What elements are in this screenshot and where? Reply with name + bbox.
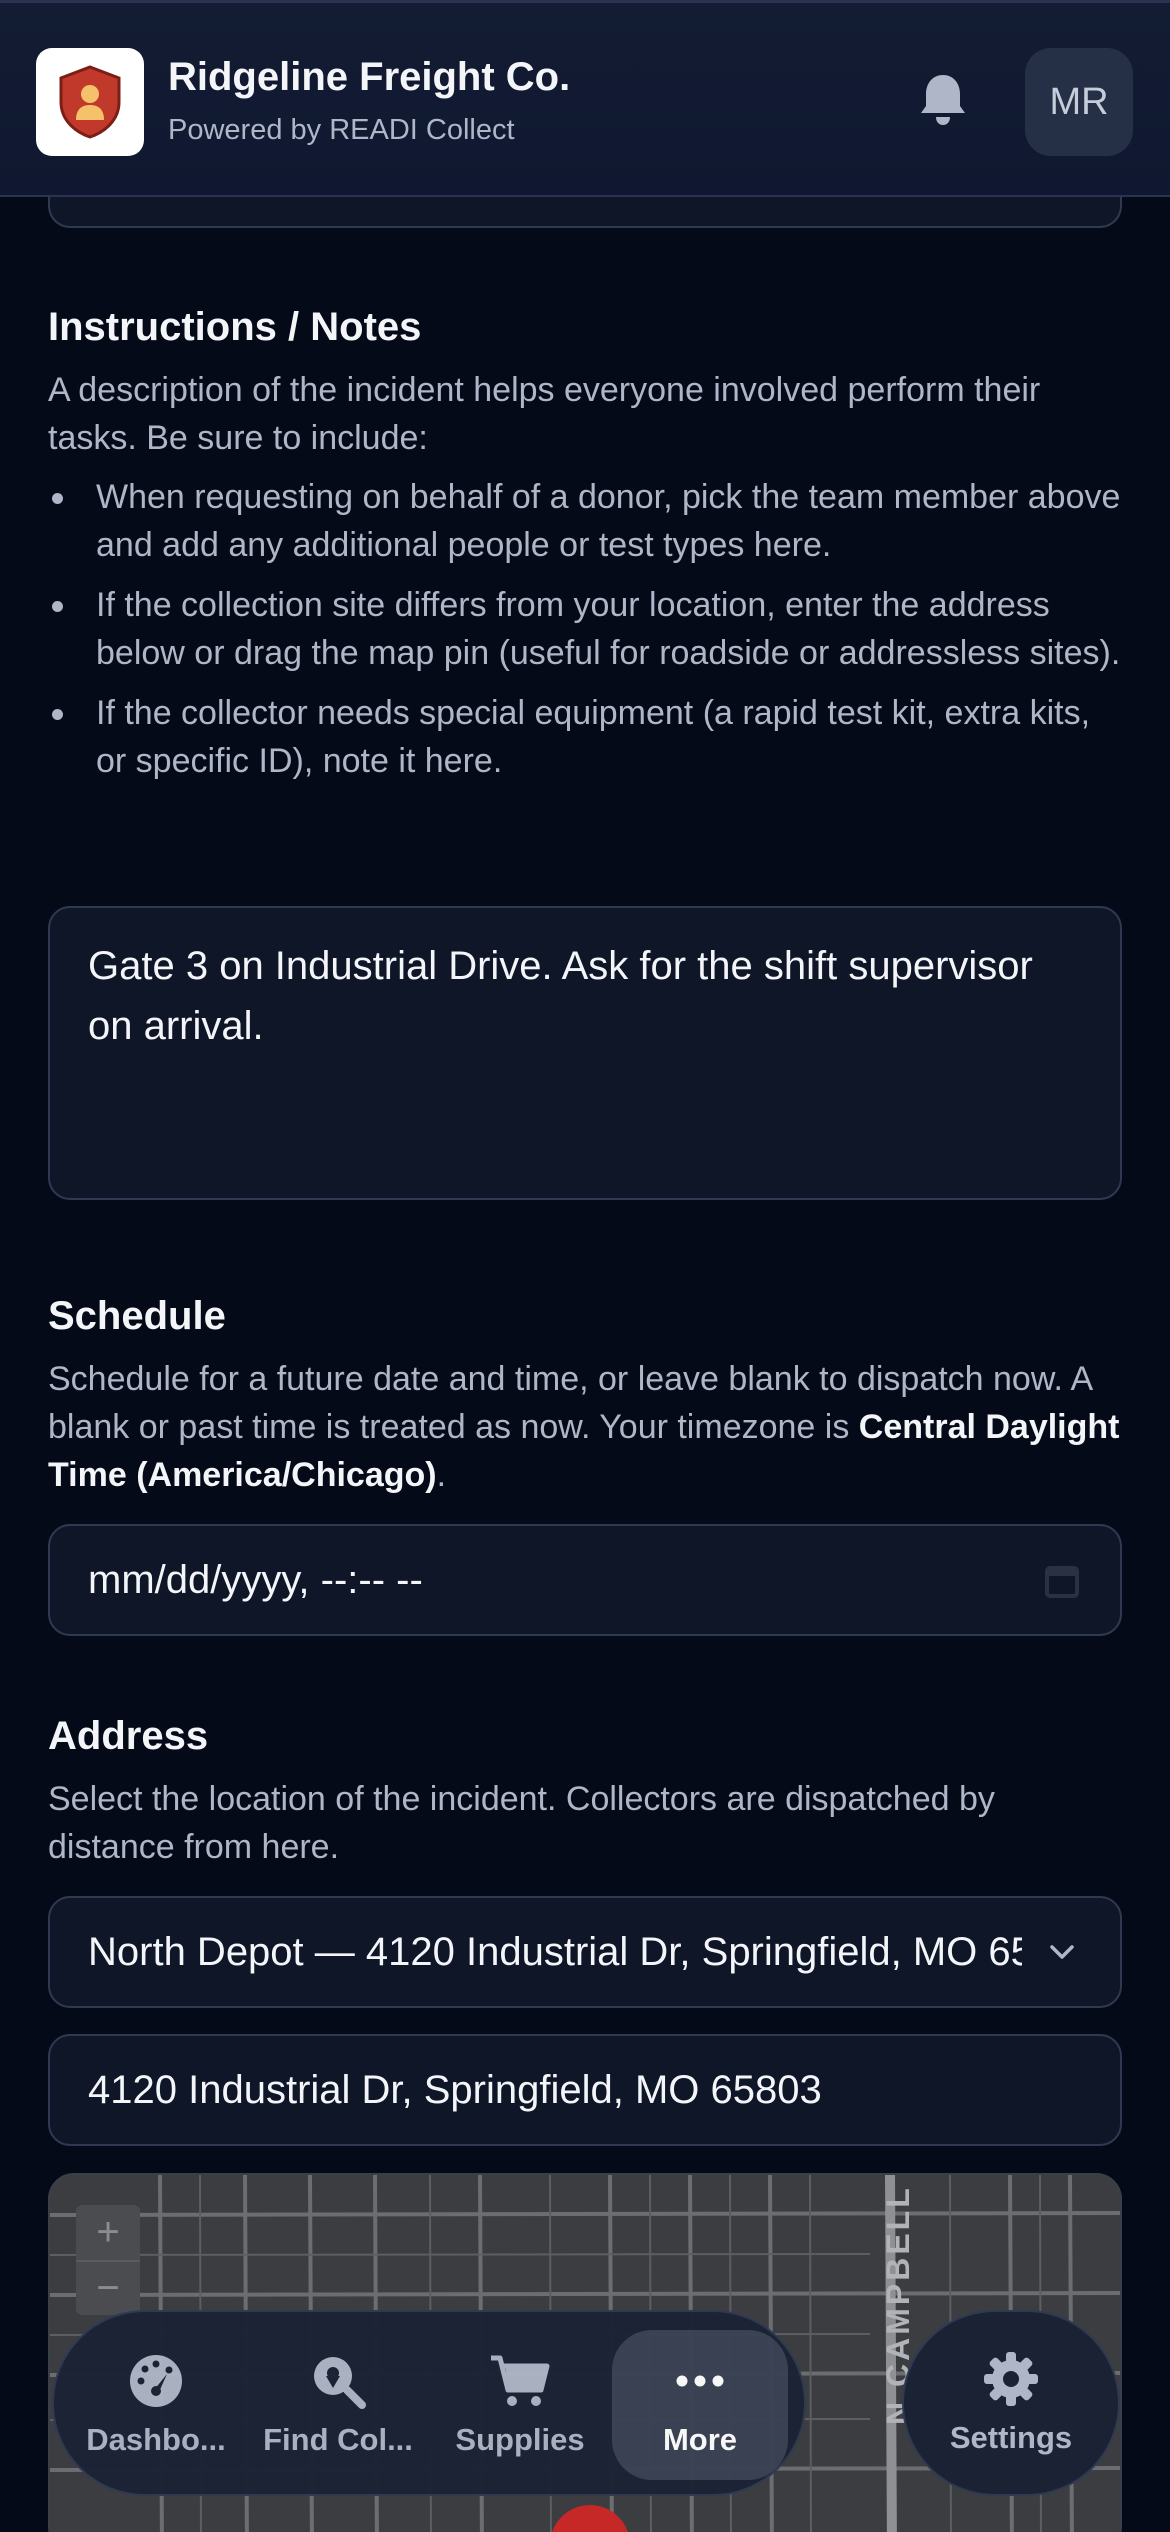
zoom-in-button[interactable]: +: [76, 2205, 140, 2260]
nav-more[interactable]: More: [612, 2330, 788, 2480]
cart-icon: [491, 2355, 550, 2406]
calendar-icon[interactable]: [1042, 1560, 1082, 1600]
nav-supplies[interactable]: Supplies: [432, 2330, 608, 2480]
nav-settings[interactable]: Settings: [902, 2310, 1120, 2496]
more-dots-icon: [676, 2375, 724, 2387]
instructions-title: Instructions / Notes: [48, 305, 422, 349]
user-avatar[interactable]: MR: [1025, 48, 1133, 156]
datetime-placeholder: mm/dd/yyyy, --:-- --: [88, 1557, 423, 1602]
schedule-description-end: .: [436, 1456, 447, 1494]
nav-label: More: [662, 2422, 738, 2457]
nav-find-collector[interactable]: Find Col...: [250, 2330, 426, 2480]
nav-label: Find Col...: [263, 2422, 413, 2457]
instructions-description: A description of the incident helps ever…: [48, 371, 1041, 457]
org-logo[interactable]: [36, 48, 144, 156]
nav-dashboard[interactable]: Dashbo...: [68, 2330, 244, 2480]
address-description: Select the location of the incident. Col…: [48, 1780, 995, 1866]
address-value: 4120 Industrial Dr, Springfield, MO 6580…: [88, 2067, 822, 2112]
search-location-icon: [314, 2357, 366, 2409]
schedule-description: Schedule for a future date and time, or …: [48, 1355, 1122, 1499]
schedule-title: Schedule: [48, 1294, 226, 1338]
map-zoom-controls: + −: [76, 2205, 140, 2315]
org-name: Ridgeline Freight Co.: [168, 55, 571, 99]
notifications-button[interactable]: [912, 68, 974, 130]
gear-icon: [984, 2352, 1038, 2406]
selected-location: North Depot — 4120 Industrial Dr, Spring…: [88, 1929, 1022, 1974]
schedule-datetime-input[interactable]: mm/dd/yyyy, --:-- --: [48, 1524, 1122, 1636]
zoom-out-button[interactable]: −: [76, 2260, 140, 2315]
bottom-nav: Dashbo... Find Col... Supplies More: [52, 2310, 806, 2496]
nav-label: Supplies: [455, 2422, 585, 2457]
address-input[interactable]: 4120 Industrial Dr, Springfield, MO 6580…: [48, 2034, 1122, 2146]
nav-label: Dashbo...: [86, 2422, 226, 2457]
chevron-down-icon: [1050, 1945, 1074, 1959]
instructions-bullet-list: When requesting on behalf of a donor, pi…: [48, 473, 1128, 797]
powered-by-text: Powered by READI Collect: [168, 114, 515, 146]
speedometer-icon: [130, 2355, 182, 2407]
bell-icon: [921, 75, 965, 125]
address-title: Address: [48, 1714, 209, 1758]
app-header: Ridgeline Freight Co. Powered by READI C…: [0, 0, 1170, 197]
shield-person-logo-icon: [59, 65, 121, 139]
instructions-bullet: If the collection site differs from your…: [48, 581, 1128, 677]
instructions-bullet: When requesting on behalf of a donor, pi…: [48, 473, 1128, 569]
nav-label: Settings: [949, 2420, 1073, 2455]
instructions-bullet: If the collector needs special equipment…: [48, 689, 1128, 785]
location-select[interactable]: North Depot — 4120 Industrial Dr, Spring…: [48, 1896, 1122, 2008]
notes-textarea[interactable]: Gate 3 on Industrial Drive. Ask for the …: [48, 906, 1122, 1200]
